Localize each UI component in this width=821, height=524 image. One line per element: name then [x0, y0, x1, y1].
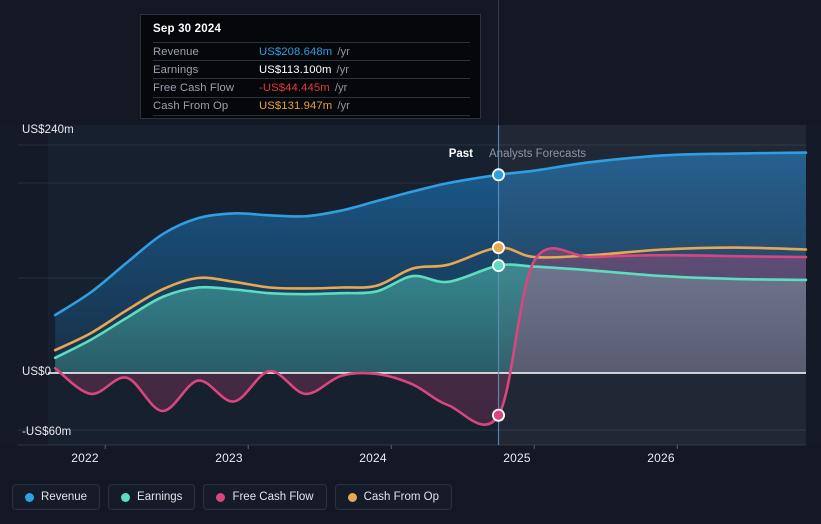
y-axis-label-top: US$240m: [22, 124, 74, 136]
tooltip-metric-unit: /yr: [337, 45, 350, 58]
x-axis-label-2022: 2022: [71, 451, 99, 465]
x-axis-label-2023: 2023: [215, 451, 243, 465]
tooltip-metric-unit: /yr: [336, 63, 350, 76]
past-region-label: Past: [448, 148, 473, 160]
tooltip-footer-rule: [153, 114, 470, 117]
tooltip-row: Revenue US$208.648m/yr: [153, 42, 470, 60]
legend-item-cash-from-op[interactable]: Cash From Op: [334, 484, 453, 510]
legend-label: Earnings: [137, 491, 183, 503]
y-axis-label-bottom: -US$60m: [22, 426, 72, 438]
legend-item-revenue[interactable]: Revenue: [12, 484, 101, 510]
tooltip-metric-value: US$208.648m: [259, 45, 333, 58]
tooltip-metric-unit: /yr: [334, 81, 348, 94]
forecast-region-label: Analysts Forecasts: [489, 148, 587, 160]
tooltip-rows: Revenue US$208.648m/yr Earnings US$113.100m…: [141, 42, 480, 115]
chart-legend: Revenue Earnings Free Cash Flow Cash From O…: [12, 484, 453, 510]
x-axis-label-2025: 2025: [503, 451, 531, 465]
legend-swatch-icon: [121, 492, 131, 502]
legend-swatch-icon: [216, 492, 226, 502]
tooltip-metric-unit: /yr: [337, 100, 350, 113]
y-axis-label-zero: US$0: [22, 366, 52, 378]
x-axis-ticks: [104, 445, 678, 449]
legend-item-free-cash-flow[interactable]: Free Cash Flow: [203, 484, 327, 510]
x-axis-label-2024: 2024: [359, 451, 387, 465]
tooltip-metric-value: -US$44.445m: [259, 81, 330, 94]
tooltip-metric-name: Free Cash Flow: [153, 81, 235, 94]
legend-item-earnings[interactable]: Earnings: [108, 484, 196, 510]
tooltip-metric-value: US$113.100m: [259, 63, 332, 76]
tooltip-metric-name: Earnings: [153, 63, 199, 76]
tooltip-row: Free Cash Flow -US$44.445m/yr: [153, 78, 470, 96]
legend-label: Revenue: [41, 491, 88, 503]
x-axis-label-2026: 2026: [647, 451, 675, 465]
tooltip-date: Sep 30 2024: [153, 23, 222, 35]
financial-chart-widget: US$240m US$0 -US$60m 2022 2023 2024 2025…: [0, 0, 821, 524]
tooltip-row: Cash From Op US$131.947m/yr: [153, 96, 470, 115]
tooltip-metric-name: Revenue: [153, 45, 199, 58]
data-tooltip: Sep 30 2024 Revenue US$208.648m/yr Earning…: [140, 14, 481, 119]
legend-label: Free Cash Flow: [232, 491, 314, 503]
legend-label: Cash From Op: [363, 491, 440, 503]
legend-swatch-icon: [347, 492, 357, 502]
tooltip-metric-name: Cash From Op: [153, 100, 229, 113]
legend-swatch-icon: [25, 492, 34, 502]
tooltip-metric-value: US$131.947m: [259, 100, 333, 113]
tooltip-row: Earnings US$113.100m/yr: [153, 60, 470, 78]
